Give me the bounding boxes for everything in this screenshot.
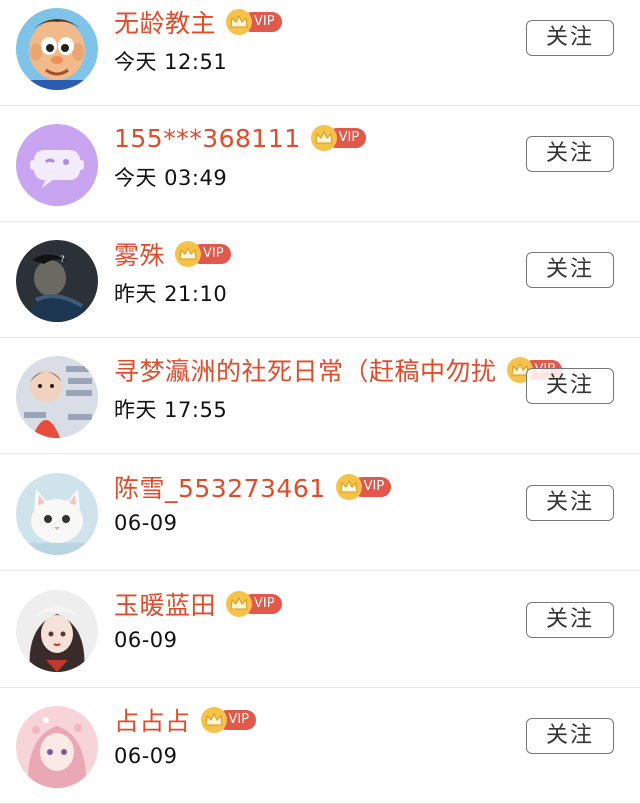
user-name[interactable]: 占占占	[114, 702, 191, 738]
name-line: 雾殊 VIP	[114, 236, 231, 272]
name-line: 陈雪_553273461 VIP	[114, 469, 392, 505]
user-name[interactable]: 无龄教主	[114, 4, 216, 40]
follow-button[interactable]: 关注	[526, 602, 614, 638]
follow-button[interactable]: 关注	[526, 252, 614, 288]
follower-list: 无龄教主 VIP 今天 12:51 关注 155***368111 VIP 今天…	[0, 0, 640, 804]
pink-girl-avatar-icon	[16, 706, 98, 788]
avatar[interactable]: ?	[16, 240, 98, 322]
user-name[interactable]: 雾殊	[114, 236, 165, 272]
vip-badge: VIP	[226, 9, 282, 35]
name-line: 占占占 VIP	[114, 702, 257, 738]
name-line: 玉暖蓝田 VIP	[114, 586, 282, 622]
painting-avatar-icon: ?	[16, 240, 98, 322]
vip-badge: VIP	[200, 707, 257, 733]
name-line: 155***368111 VIP	[114, 120, 367, 156]
crown-icon	[226, 591, 253, 617]
avatar[interactable]	[16, 590, 98, 672]
visit-time: 昨天 17:55	[114, 398, 228, 422]
crown-icon	[200, 707, 227, 733]
crown-icon	[310, 125, 337, 151]
list-item[interactable]: 占占占 VIP 06-09 关注	[0, 688, 640, 804]
svg-text:?: ?	[60, 255, 65, 265]
name-line: 无龄教主 VIP	[114, 4, 282, 40]
avatar[interactable]	[16, 473, 98, 555]
follow-button[interactable]: 关注	[526, 485, 614, 521]
avatar[interactable]	[16, 8, 98, 90]
visit-time: 今天 12:51	[114, 50, 228, 74]
list-item[interactable]: 玉暖蓝田 VIP 06-09 关注	[0, 572, 640, 688]
anime-girl-avatar-icon	[16, 590, 98, 672]
visit-time: 06-09	[114, 744, 178, 768]
vip-badge: VIP	[335, 474, 392, 500]
visit-time: 今天 03:49	[114, 166, 228, 190]
default-chat-avatar-icon	[16, 124, 98, 206]
vip-badge: VIP	[226, 591, 282, 617]
list-item[interactable]: 陈雪_553273461 VIP 06-09 关注	[0, 455, 640, 571]
user-name[interactable]: 陈雪_553273461	[114, 469, 326, 505]
user-name[interactable]: 寻梦瀛洲的社死日常（赶稿中勿扰	[114, 352, 497, 388]
child-sticker-avatar-icon	[16, 356, 98, 438]
avatar[interactable]	[16, 356, 98, 438]
follow-button[interactable]: 关注	[526, 368, 614, 404]
list-item[interactable]: 155***368111 VIP 今天 03:49 关注	[0, 106, 640, 222]
visit-time: 06-09	[114, 511, 178, 535]
user-name[interactable]: 155***368111	[114, 124, 301, 153]
vip-badge: VIP	[310, 125, 367, 151]
visit-time: 06-09	[114, 628, 178, 652]
list-item[interactable]: 寻梦瀛洲的社死日常（赶稿中勿扰 VIP 昨天 17:55 关注	[0, 338, 640, 454]
visit-time: 昨天 21:10	[114, 282, 228, 306]
user-name[interactable]: 玉暖蓝田	[114, 586, 216, 622]
cartoon-boy-avatar-icon	[16, 8, 98, 90]
crown-icon	[175, 241, 202, 267]
avatar[interactable]	[16, 124, 98, 206]
vip-badge: VIP	[175, 241, 231, 267]
follow-button[interactable]: 关注	[526, 136, 614, 172]
crown-icon	[226, 9, 253, 35]
list-item[interactable]: 无龄教主 VIP 今天 12:51 关注	[0, 0, 640, 106]
name-line: 寻梦瀛洲的社死日常（赶稿中勿扰 VIP	[114, 352, 563, 388]
follow-button[interactable]: 关注	[526, 20, 614, 56]
crown-icon	[335, 474, 362, 500]
follow-button[interactable]: 关注	[526, 718, 614, 754]
avatar[interactable]	[16, 706, 98, 788]
list-item[interactable]: ? 雾殊 VIP 昨天 21:10 关注	[0, 222, 640, 338]
white-cat-avatar-icon	[16, 473, 98, 555]
